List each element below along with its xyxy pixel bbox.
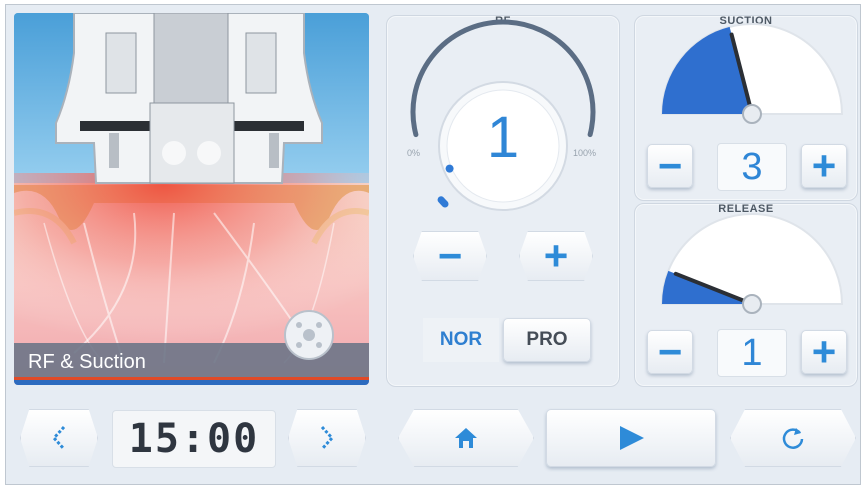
release-value: 1 xyxy=(717,329,787,377)
suction-gauge xyxy=(660,23,844,124)
rf-max-label: 100% xyxy=(573,148,597,158)
rf-min-label: 0% xyxy=(407,148,421,158)
rf-mode-nor-button[interactable]: NOR xyxy=(423,318,499,362)
play-icon xyxy=(620,426,644,450)
rf-mode-pro-button[interactable]: PRO xyxy=(503,318,591,362)
reset-icon xyxy=(782,428,804,449)
release-panel: RELEASE − 1 + xyxy=(634,203,858,387)
suction-panel: SUCTION − 3 + xyxy=(634,15,858,201)
rf-level-arc xyxy=(437,196,449,208)
suction-decrease-button[interactable]: − xyxy=(647,144,693,188)
home-button[interactable] xyxy=(398,409,534,467)
release-decrease-button[interactable]: − xyxy=(647,330,693,374)
home-icon xyxy=(455,428,477,448)
chevron-left-icon xyxy=(51,425,66,451)
reset-button[interactable] xyxy=(730,409,856,467)
release-increase-button[interactable]: + xyxy=(801,330,847,374)
suction-increase-button[interactable]: + xyxy=(801,144,847,188)
chevron-right-icon xyxy=(320,425,335,451)
timer-display: 15:00 xyxy=(112,410,276,468)
timer-increase-button[interactable] xyxy=(288,409,366,467)
suction-value: 3 xyxy=(717,143,787,191)
illustration-caption: RF & Suction xyxy=(28,351,146,373)
rf-panel: RF 1 0% 100% − + NOR PRO xyxy=(386,15,620,387)
rf-value: 1 xyxy=(486,105,520,170)
rf-decrease-button[interactable]: − xyxy=(413,231,487,281)
timer-decrease-button[interactable] xyxy=(20,409,98,467)
treatment-illustration: RF & Suction xyxy=(14,13,369,385)
start-button[interactable] xyxy=(546,409,716,467)
release-gauge xyxy=(660,213,844,314)
timer-value: 15:00 xyxy=(128,416,260,462)
rf-suction-handpiece-illustration xyxy=(14,13,369,385)
rf-increase-button[interactable]: + xyxy=(519,231,593,281)
device-screen: RF & Suction RF 1 0% 100% − + NOR PRO SU… xyxy=(5,4,861,485)
